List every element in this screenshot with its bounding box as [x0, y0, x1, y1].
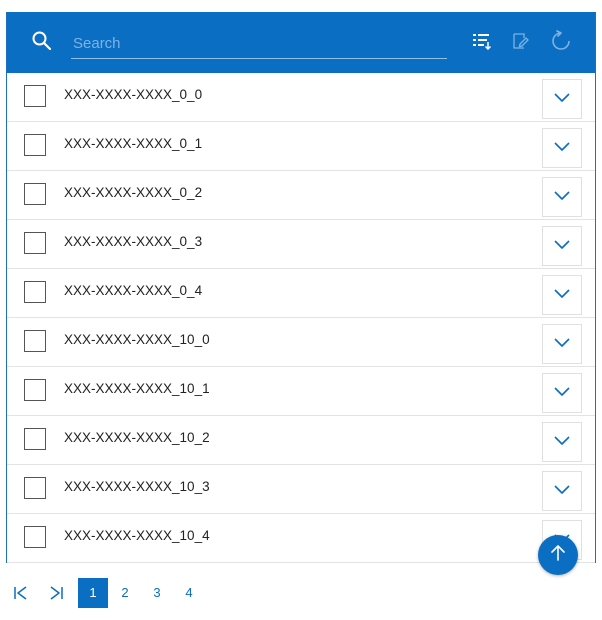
row-checkbox[interactable]	[24, 85, 46, 107]
item-list: XXX-XXXX-XXXX_0_0 XXX-XXXX-XXXX_0_1 XXX-XX…	[7, 73, 595, 563]
row-checkbox[interactable]	[24, 428, 46, 450]
list-item: XXX-XXXX-XXXX_0_0	[7, 73, 595, 122]
list-item: XXX-XXXX-XXXX_0_4	[7, 269, 595, 318]
search-icon	[31, 30, 53, 52]
row-checkbox[interactable]	[24, 281, 46, 303]
sort-list-button[interactable]	[468, 29, 496, 57]
page-2-button[interactable]: 2	[110, 578, 140, 608]
chevron-down-icon	[553, 335, 571, 353]
expand-button[interactable]	[542, 177, 582, 217]
chevron-down-icon	[553, 433, 571, 451]
chevron-down-icon	[553, 482, 571, 500]
expand-button[interactable]	[542, 373, 582, 413]
list-item: XXX-XXXX-XXXX_0_1	[7, 122, 595, 171]
last-page-button[interactable]	[47, 584, 65, 602]
list-item: XXX-XXXX-XXXX_10_3	[7, 465, 595, 514]
row-checkbox[interactable]	[24, 330, 46, 352]
expand-button[interactable]	[542, 275, 582, 315]
item-label: XXX-XXXX-XXXX_10_2	[64, 430, 210, 445]
edit-button[interactable]	[507, 29, 535, 57]
item-label: XXX-XXXX-XXXX_10_4	[64, 528, 210, 543]
row-checkbox[interactable]	[24, 183, 46, 205]
chevron-down-icon	[553, 237, 571, 255]
item-label: XXX-XXXX-XXXX_0_1	[64, 136, 203, 151]
item-label: XXX-XXXX-XXXX_0_0	[64, 87, 203, 102]
row-checkbox[interactable]	[24, 379, 46, 401]
item-label: XXX-XXXX-XXXX_0_4	[64, 283, 203, 298]
list-item: XXX-XXXX-XXXX_10_4	[7, 514, 595, 563]
item-label: XXX-XXXX-XXXX_0_2	[64, 185, 203, 200]
refresh-icon	[550, 29, 572, 57]
chevron-down-icon	[553, 139, 571, 157]
list-item: XXX-XXXX-XXXX_10_2	[7, 416, 595, 465]
chevron-down-icon	[553, 90, 571, 108]
item-label: XXX-XXXX-XXXX_10_0	[64, 332, 210, 347]
list-item: XXX-XXXX-XXXX_10_0	[7, 318, 595, 367]
chevron-down-icon	[553, 384, 571, 402]
list-item: XXX-XXXX-XXXX_10_1	[7, 367, 595, 416]
toolbar	[7, 12, 595, 73]
expand-button[interactable]	[542, 226, 582, 266]
item-label: XXX-XXXX-XXXX_10_1	[64, 381, 210, 396]
edit-icon	[511, 31, 531, 56]
search-input[interactable]	[71, 29, 447, 59]
row-checkbox[interactable]	[24, 134, 46, 156]
page-3-button[interactable]: 3	[142, 578, 172, 608]
row-checkbox[interactable]	[24, 477, 46, 499]
first-page-button[interactable]	[12, 584, 30, 602]
expand-button[interactable]	[542, 471, 582, 511]
chevron-down-icon	[553, 188, 571, 206]
page-4-button[interactable]: 4	[174, 578, 204, 608]
item-list-panel: XXX-XXXX-XXXX_0_0 XXX-XXXX-XXXX_0_1 XXX-XX…	[6, 12, 596, 563]
arrow-up-icon	[548, 543, 568, 568]
chevron-down-icon	[553, 286, 571, 304]
last-page-icon	[50, 586, 63, 600]
scroll-to-top-button[interactable]	[538, 535, 578, 575]
row-checkbox[interactable]	[24, 526, 46, 548]
list-item: XXX-XXXX-XXXX_0_3	[7, 220, 595, 269]
expand-button[interactable]	[542, 79, 582, 119]
expand-button[interactable]	[542, 128, 582, 168]
page-1-button[interactable]: 1	[78, 578, 108, 608]
list-item: XXX-XXXX-XXXX_0_2	[7, 171, 595, 220]
first-page-icon	[14, 586, 27, 600]
item-label: XXX-XXXX-XXXX_0_3	[64, 234, 203, 249]
sort-list-icon	[472, 32, 492, 55]
item-label: XXX-XXXX-XXXX_10_3	[64, 479, 210, 494]
expand-button[interactable]	[542, 422, 582, 462]
pagination: 1234	[0, 578, 602, 610]
row-checkbox[interactable]	[24, 232, 46, 254]
expand-button[interactable]	[542, 324, 582, 364]
refresh-button[interactable]	[547, 29, 575, 57]
